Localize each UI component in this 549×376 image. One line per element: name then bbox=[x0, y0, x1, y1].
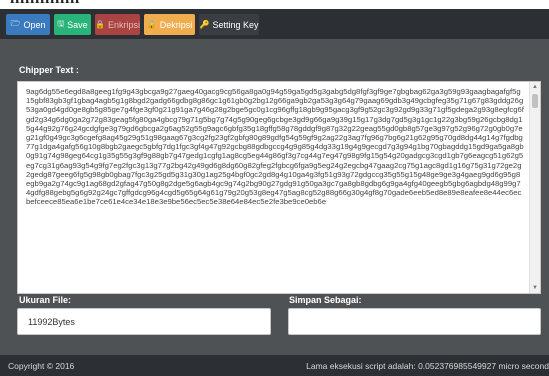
save-button[interactable]: 🖫 Save bbox=[54, 14, 91, 35]
vertical-scrollbar[interactable]: ▲ ▼ bbox=[529, 82, 540, 293]
key-icon: 🔑 bbox=[199, 20, 210, 29]
simpan-sebagai-field[interactable] bbox=[288, 308, 541, 335]
folder-open-icon: 🗁 bbox=[10, 18, 21, 28]
lock-icon: 🔒 bbox=[95, 20, 105, 29]
cropped-header-text: ffffffffffffff bbox=[10, 0, 80, 8]
unlock-icon: 🔓 bbox=[146, 20, 157, 29]
footer: Copyright © 2016 Lama eksekusi script ad… bbox=[0, 355, 549, 376]
setting-key-button[interactable]: 🔑 Setting Key bbox=[199, 14, 259, 35]
scroll-down-icon[interactable]: ▼ bbox=[530, 283, 540, 293]
cropped-header: ffffffffffffff bbox=[0, 0, 549, 9]
setting-key-button-label: Setting Key bbox=[212, 19, 259, 30]
chipper-text-label: Chipper Text : bbox=[19, 65, 79, 75]
enkripsi-button[interactable]: 🔒 Enkripsi bbox=[95, 14, 140, 35]
dekripsi-button-label: Dekripsi bbox=[159, 19, 193, 30]
chipper-text-content: 9ag6dg55e6egd8a8geeg1fg9g43gbcga9g27gaeg… bbox=[26, 87, 524, 207]
simpan-sebagai-label: Simpan Sebagai: bbox=[289, 295, 362, 305]
dekripsi-button[interactable]: 🔓 Dekripsi bbox=[144, 14, 195, 35]
scroll-up-icon[interactable]: ▲ bbox=[530, 82, 540, 92]
chipper-text-area[interactable]: 9ag6dg55e6egd8a8geeg1fg9g43gbcga9g27gaeg… bbox=[17, 81, 541, 294]
ukuran-file-label: Ukuran File: bbox=[19, 295, 72, 305]
main-panel: Chipper Text : 9ag6dg55e6egd8a8geeg1fg9g… bbox=[0, 39, 549, 355]
copyright-text: Copyright © 2016 bbox=[8, 361, 75, 371]
open-button[interactable]: 🗁 Open bbox=[6, 14, 50, 35]
open-button-label: Open bbox=[23, 19, 46, 30]
enkripsi-button-label: Enkripsi bbox=[107, 19, 140, 30]
scrollbar-thumb[interactable] bbox=[532, 94, 538, 108]
save-icon: 🖫 bbox=[57, 18, 65, 28]
save-button-label: Save bbox=[67, 19, 88, 30]
ukuran-file-field[interactable]: 11992Bytes bbox=[17, 308, 271, 335]
toolbar: 🗁 Open 🖫 Save 🔒 Enkripsi 🔓 Dekripsi 🔑 Se… bbox=[0, 9, 549, 39]
execution-time-text: Lama eksekusi script adalah: 0.052376985… bbox=[306, 361, 549, 371]
